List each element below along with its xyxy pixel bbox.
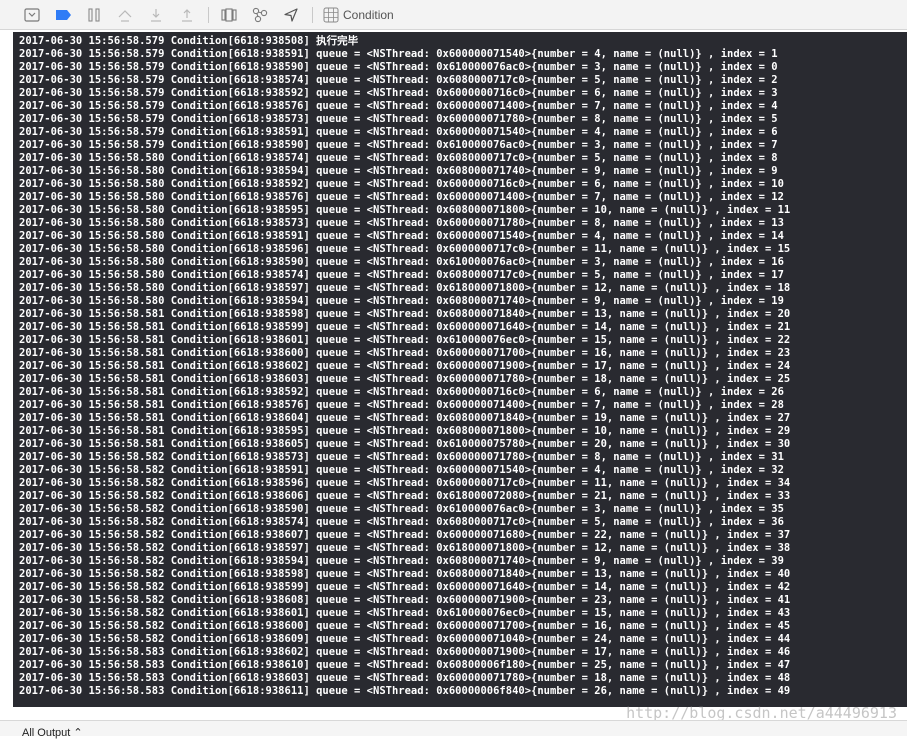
log-line: 2017-06-30 15:56:58.581 Condition[6618:9… xyxy=(19,308,791,320)
simulate-location-icon[interactable] xyxy=(281,5,301,25)
log-line: 2017-06-30 15:56:58.579 Condition[6618:9… xyxy=(19,126,778,138)
log-line: 2017-06-30 15:56:58.579 Condition[6618:9… xyxy=(19,48,778,60)
log-line: 2017-06-30 15:56:58.582 Condition[6618:9… xyxy=(19,607,791,619)
log-line: 2017-06-30 15:56:58.582 Condition[6618:9… xyxy=(19,581,791,593)
log-line: 2017-06-30 15:56:58.582 Condition[6618:9… xyxy=(19,490,791,502)
log-line: 2017-06-30 15:56:58.581 Condition[6618:9… xyxy=(19,399,784,411)
pause-continue-icon[interactable] xyxy=(84,5,104,25)
log-line: 2017-06-30 15:56:58.579 Condition[6618:9… xyxy=(19,139,778,151)
log-line: 2017-06-30 15:56:58.581 Condition[6618:9… xyxy=(19,347,791,359)
log-line: 2017-06-30 15:56:58.581 Condition[6618:9… xyxy=(19,373,791,385)
log-line: 2017-06-30 15:56:58.582 Condition[6618:9… xyxy=(19,516,784,528)
log-line: 2017-06-30 15:56:58.581 Condition[6618:9… xyxy=(19,438,791,450)
memory-graph-icon[interactable] xyxy=(250,5,270,25)
log-line: 2017-06-30 15:56:58.580 Condition[6618:9… xyxy=(19,204,791,216)
log-line: 2017-06-30 15:56:58.583 Condition[6618:9… xyxy=(19,659,791,671)
log-line: 2017-06-30 15:56:58.583 Condition[6618:9… xyxy=(19,672,791,684)
log-line: 2017-06-30 15:56:58.582 Condition[6618:9… xyxy=(19,594,791,606)
log-line: 2017-06-30 15:56:58.583 Condition[6618:9… xyxy=(19,646,791,658)
log-line: 2017-06-30 15:56:58.583 Condition[6618:9… xyxy=(19,685,791,697)
log-line: 2017-06-30 15:56:58.582 Condition[6618:9… xyxy=(19,464,784,476)
log-line: 2017-06-30 15:56:58.582 Condition[6618:9… xyxy=(19,633,791,645)
log-line: 2017-06-30 15:56:58.580 Condition[6618:9… xyxy=(19,165,778,177)
log-line: 2017-06-30 15:56:58.579 Condition[6618:9… xyxy=(19,61,778,73)
log-line: 2017-06-30 15:56:58.582 Condition[6618:9… xyxy=(19,620,791,632)
console-filter-bar: All Output ⌃ xyxy=(0,720,907,739)
log-line: 2017-06-30 15:56:58.580 Condition[6618:9… xyxy=(19,178,784,190)
log-line: 2017-06-30 15:56:58.581 Condition[6618:9… xyxy=(19,412,791,424)
log-line: 2017-06-30 15:56:58.580 Condition[6618:9… xyxy=(19,269,784,281)
toolbar-separator xyxy=(208,6,209,23)
log-line: 2017-06-30 15:56:58.581 Condition[6618:9… xyxy=(19,425,791,437)
log-line: 2017-06-30 15:56:58.580 Condition[6618:9… xyxy=(19,243,791,255)
log-line: 2017-06-30 15:56:58.579 Condition[6618:9… xyxy=(19,87,778,99)
log-line: 2017-06-30 15:56:58.581 Condition[6618:9… xyxy=(19,360,791,372)
log-line: 2017-06-30 15:56:58.580 Condition[6618:9… xyxy=(19,191,784,203)
app-grid-icon xyxy=(323,7,339,22)
log-line: 2017-06-30 15:56:58.582 Condition[6618:9… xyxy=(19,529,791,541)
console-output[interactable]: 2017-06-30 15:56:58.579 Condition[6618:9… xyxy=(13,32,907,707)
log-line: 2017-06-30 15:56:58.579 Condition[6618:9… xyxy=(19,100,778,112)
log-line: 2017-06-30 15:56:58.579 Condition[6618:9… xyxy=(19,113,778,125)
step-into-icon[interactable] xyxy=(146,5,166,25)
log-line: 2017-06-30 15:56:58.581 Condition[6618:9… xyxy=(19,334,791,346)
process-selector[interactable]: Condition xyxy=(323,7,394,23)
log-line: 2017-06-30 15:56:58.582 Condition[6618:9… xyxy=(19,451,784,463)
log-line: 2017-06-30 15:56:58.582 Condition[6618:9… xyxy=(19,555,784,567)
log-line: 2017-06-30 15:56:58.579 Condition[6618:9… xyxy=(19,35,359,47)
breakpoints-toggle-icon[interactable] xyxy=(53,5,73,25)
log-line: 2017-06-30 15:56:58.582 Condition[6618:9… xyxy=(19,568,791,580)
log-line: 2017-06-30 15:56:58.580 Condition[6618:9… xyxy=(19,282,791,294)
log-line: 2017-06-30 15:56:58.582 Condition[6618:9… xyxy=(19,542,791,554)
toolbar-separator xyxy=(312,6,313,23)
log-line: 2017-06-30 15:56:58.580 Condition[6618:9… xyxy=(19,217,784,229)
step-out-icon[interactable] xyxy=(177,5,197,25)
log-line: 2017-06-30 15:56:58.580 Condition[6618:9… xyxy=(19,256,784,268)
view-hierarchy-icon[interactable] xyxy=(219,5,239,25)
log-line: 2017-06-30 15:56:58.580 Condition[6618:9… xyxy=(19,295,784,307)
log-line: 2017-06-30 15:56:58.579 Condition[6618:9… xyxy=(19,74,778,86)
log-line: 2017-06-30 15:56:58.582 Condition[6618:9… xyxy=(19,503,784,515)
output-filter-select[interactable]: All Output ⌃ xyxy=(22,726,83,740)
step-over-icon[interactable] xyxy=(115,5,135,25)
log-line: 2017-06-30 15:56:58.580 Condition[6618:9… xyxy=(19,152,778,164)
log-line: 2017-06-30 15:56:58.580 Condition[6618:9… xyxy=(19,230,784,242)
process-name: Condition xyxy=(343,7,394,22)
debug-toolbar: Condition xyxy=(0,0,907,30)
log-line: 2017-06-30 15:56:58.582 Condition[6618:9… xyxy=(19,477,791,489)
log-line: 2017-06-30 15:56:58.581 Condition[6618:9… xyxy=(19,386,784,398)
hide-debug-area-icon[interactable] xyxy=(22,5,42,25)
log-line: 2017-06-30 15:56:58.581 Condition[6618:9… xyxy=(19,321,791,333)
